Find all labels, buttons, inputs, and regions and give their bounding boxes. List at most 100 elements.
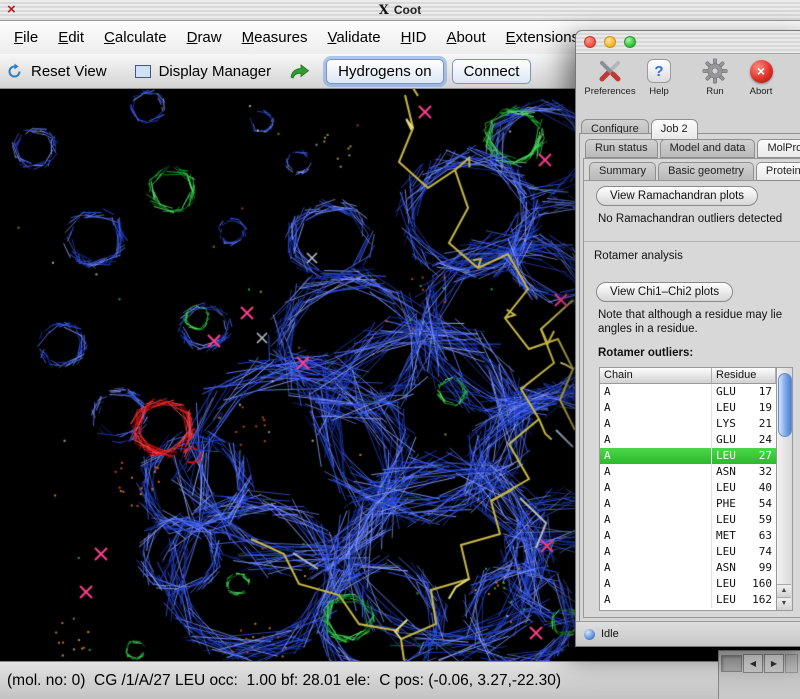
preferences-button[interactable]: Preferences [582,57,638,97]
section-separator [584,241,800,242]
rotamer-table-body: AGLU17ALEU19ALYS21AGLU24ALEU27AASN32ALEU… [600,384,776,608]
table-row[interactable]: AASN99 [600,560,776,576]
table-row[interactable]: ALEU59 [600,512,776,528]
table-row[interactable]: AMET63 [600,528,776,544]
cell-residue: LEU162 [712,592,776,608]
abort-icon: × [750,57,773,85]
cell-chain: A [600,544,712,560]
menu-hid[interactable]: HID [391,24,437,51]
horizontal-scrollbar[interactable] [721,655,742,672]
tab-model-and-data[interactable]: Model and data [660,139,756,158]
dialog-zoom-button[interactable] [624,36,636,48]
tab-summary[interactable]: Summary [589,162,656,181]
cell-chain: A [600,480,712,496]
cell-residue: GLU17 [712,384,776,400]
cell-residue: LEU160 [712,576,776,592]
view-chi-plots-button[interactable]: View Chi1–Chi2 plots [596,282,733,302]
display-manager-label: Display Manager [157,61,274,82]
cell-residue: LEU40 [712,480,776,496]
cell-residue: LEU59 [712,512,776,528]
menu-calculate[interactable]: Calculate [94,24,177,51]
header-residue[interactable]: Residue [712,368,776,384]
display-manager-button[interactable]: Display Manager [135,61,274,82]
validation-dialog: Preferences ? Help [575,30,800,647]
dialog-status-bar: Idle [576,621,800,646]
table-row[interactable]: AASN32 [600,464,776,480]
table-row[interactable]: AGLU24 [600,432,776,448]
job-notebook: Run status Model and data MolProbity Sum… [579,133,800,622]
dialog-status-text: Idle [601,628,619,640]
table-row[interactable]: ALEU19 [600,400,776,416]
clipped-toolbar-button[interactable]: A [794,57,800,97]
rotamer-table-wrap: Chain Residue AGLU17ALEU19ALYS21AGLU24AL… [599,367,800,611]
help-button[interactable]: ? Help [638,57,680,97]
cell-chain: A [600,432,712,448]
hydrogens-toggle-button[interactable]: Hydrogens on [326,59,443,84]
table-row[interactable]: ALEU27 [600,448,776,464]
molprobity-notebook: Summary Basic geometry Protein C View Ra… [583,158,800,618]
tab-job2[interactable]: Job 2 [651,119,698,140]
menu-validate[interactable]: Validate [317,24,390,51]
cell-residue: LEU27 [712,448,776,464]
rotamer-note-line2: angles in a residue. [598,323,800,335]
abort-button[interactable]: × Abort [738,57,784,97]
tab-run-status[interactable]: Run status [585,139,658,158]
table-row[interactable]: ALYS21 [600,416,776,432]
table-scrollbar[interactable]: ▲ ▼ [777,367,793,611]
cell-chain: A [600,512,712,528]
window-title: Coot [394,3,421,17]
connect-button[interactable]: Connect [452,59,532,84]
cell-chain: A [600,448,712,464]
scroll-left-icon[interactable]: ◀ [743,654,763,673]
menu-draw[interactable]: Draw [177,24,232,51]
menu-about[interactable]: About [436,24,495,51]
scroll-down-icon[interactable]: ▼ [777,597,791,610]
menu-file[interactable]: File [4,24,48,51]
tab-basic-geometry[interactable]: Basic geometry [658,162,754,181]
menu-edit[interactable]: Edit [48,24,94,51]
abort-label: Abort [750,86,773,97]
help-icon: ? [647,57,671,85]
atom-status-text: (mol. no: 0) CG /1/A/27 LEU occ: 1.00 bf… [7,672,561,690]
cell-chain: A [600,384,712,400]
cell-chain: A [600,528,712,544]
cell-residue: LEU19 [712,400,776,416]
header-chain[interactable]: Chain [600,368,712,384]
ramachandran-status-text: No Ramachandran outliers detected [598,213,800,225]
scrollbar-thumb[interactable] [778,373,792,437]
view-ramachandran-button[interactable]: View Ramachandran plots [596,186,758,206]
run-gear-icon [702,57,728,85]
reset-view-button[interactable]: Reset View [6,61,109,82]
cell-chain: A [600,592,712,608]
status-orb-icon [584,629,595,640]
dialog-titlebar[interactable] [576,31,800,54]
scroll-up-icon[interactable]: ▲ [777,584,791,597]
cell-chain: A [600,496,712,512]
run-button[interactable]: Run [692,57,738,97]
resize-grip[interactable] [785,654,798,673]
dialog-toolbar: Preferences ? Help [576,54,800,115]
cell-chain: A [600,416,712,432]
table-row[interactable]: ALEU162 [600,592,776,608]
cell-residue: GLU24 [712,432,776,448]
close-window-icon[interactable]: × [7,1,16,19]
screen: × X Coot File Edit Calculate Draw Measur… [0,0,800,699]
scroll-right-icon[interactable]: ▶ [764,654,784,673]
main-titlebar[interactable]: × X Coot [0,0,800,21]
rotamer-outliers-label: Rotamer outliers: [598,347,800,359]
dialog-minimize-button[interactable] [604,36,616,48]
table-row[interactable]: AGLU17 [600,384,776,400]
rotamer-table: Chain Residue AGLU17ALEU19ALYS21AGLU24AL… [599,367,777,611]
tab-protein[interactable]: Protein [756,162,800,181]
tab-molprobity[interactable]: MolProbity [757,139,800,158]
preferences-icon [597,57,623,85]
cell-chain: A [600,464,712,480]
menu-measures[interactable]: Measures [232,24,318,51]
dialog-close-button[interactable] [584,36,596,48]
table-row[interactable]: ALEU74 [600,544,776,560]
table-row[interactable]: APHE54 [600,496,776,512]
help-label: Help [649,86,669,97]
table-row[interactable]: ALEU40 [600,480,776,496]
cell-residue: ASN32 [712,464,776,480]
table-row[interactable]: ALEU160 [600,576,776,592]
